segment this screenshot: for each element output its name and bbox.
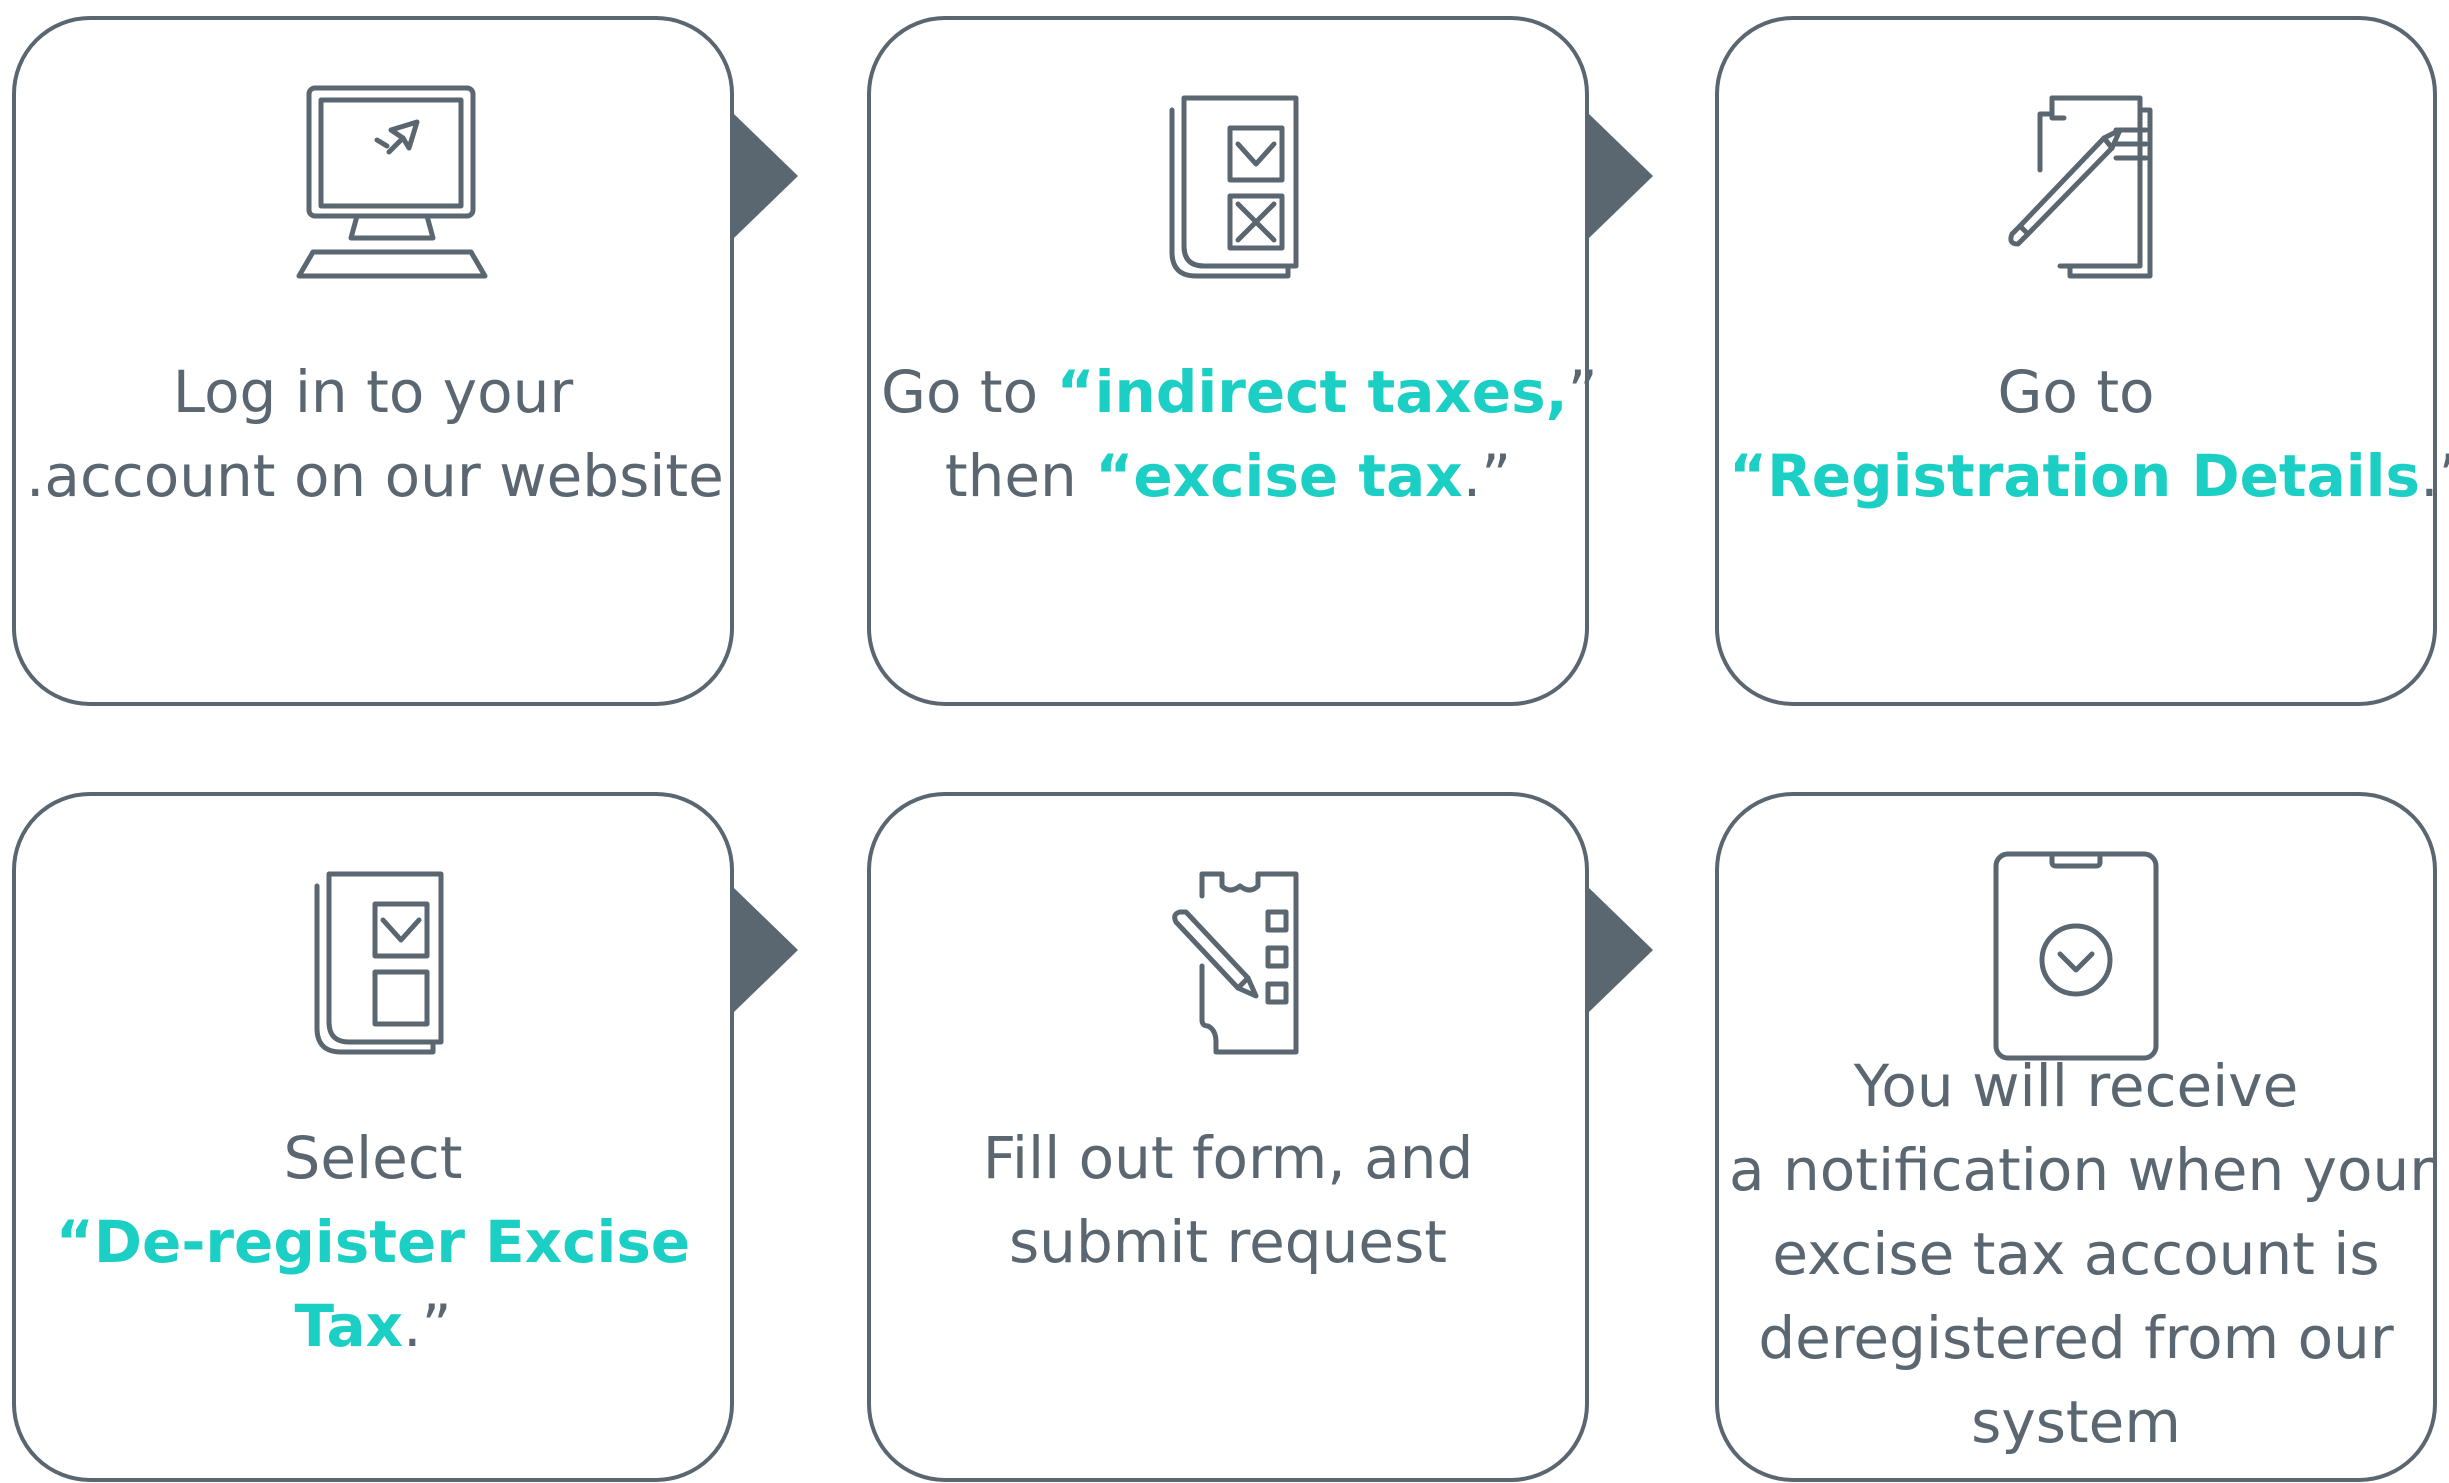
close-quote: .” — [403, 1292, 452, 1360]
close-quote: ” — [1567, 358, 1598, 426]
arrow-right-icon — [734, 888, 798, 1012]
step-label-fill-form: Fill out form, and submit request — [881, 1116, 1575, 1284]
step-text-line: Tax.” — [26, 1284, 720, 1368]
step-label-registration-details: Go to “Registration Details.” — [1729, 350, 2449, 518]
step-card-registration-details: Go to “Registration Details.” — [1715, 16, 2449, 706]
step-label-login: Log in to your .account on our website — [26, 350, 724, 518]
step-text-line: Go to — [1997, 358, 2155, 426]
open-quote: “ — [1729, 442, 1768, 510]
checklist-document-icon — [1108, 80, 1348, 320]
open-quote: “ — [55, 1208, 94, 1276]
option-name-deregister-excise: De-register Excise — [93, 1208, 691, 1276]
menu-name-excise-tax: excise tax — [1133, 442, 1463, 510]
step-card-fill-form: Fill out form, and submit request — [867, 792, 1589, 1482]
step-text-line: a notification when your — [1729, 1136, 2434, 1204]
step-text-line: “De-register Excise — [26, 1200, 720, 1284]
step-text-line: .account on our website — [26, 442, 724, 510]
step-card-login: Log in to your .account on our website — [12, 16, 734, 706]
step-label-indirect-taxes: Go to “indirect taxes,” then “excise tax… — [881, 350, 1598, 518]
open-quote: “ — [1056, 358, 1095, 426]
step-text-line: “Registration Details.” — [1729, 434, 2449, 518]
step-card-select-deregister: Select “De-register Excise Tax.” — [12, 792, 734, 1482]
menu-name-registration-details: Registration Details — [1767, 442, 2421, 510]
step-text: then — [944, 442, 1096, 510]
arrow-right-icon — [1589, 888, 1653, 1012]
computer-icon — [253, 80, 493, 320]
close-quote: .” — [1462, 442, 1512, 510]
form-pencil-icon — [1108, 856, 1348, 1096]
step-text: Go to — [881, 358, 1057, 426]
document-pencil-icon — [1956, 80, 2196, 320]
step-text-line: system — [1971, 1388, 2181, 1456]
step-text-line: You will receive — [1853, 1052, 2299, 1120]
option-name-tax: Tax — [294, 1292, 404, 1360]
step-text-line: then “excise tax.” — [881, 434, 1575, 518]
step-text-line: excise tax account is — [1772, 1220, 2380, 1288]
step-text-line: Fill out form, and — [982, 1124, 1474, 1192]
step-card-notification: You will receive a notification when you… — [1715, 792, 2437, 1482]
step-text-line: deregistered from our — [1758, 1304, 2394, 1372]
arrow-right-icon — [734, 114, 798, 238]
step-text-line: Select — [283, 1124, 463, 1192]
close-quote: .” — [2420, 442, 2449, 510]
open-quote: “ — [1095, 442, 1134, 510]
checkbox-document-icon — [253, 856, 493, 1096]
arrow-right-icon — [1589, 114, 1653, 238]
step-text-line: Go to “indirect taxes,” — [881, 350, 1598, 434]
step-label-notification: You will receive a notification when you… — [1729, 1044, 2434, 1464]
step-card-indirect-taxes: Go to “indirect taxes,” then “excise tax… — [867, 16, 1598, 706]
menu-name-indirect-taxes: indirect taxes, — [1094, 358, 1568, 426]
step-label-select-deregister: Select “De-register Excise Tax.” — [26, 1116, 720, 1368]
step-text-line: Log in to your — [172, 358, 574, 426]
step-text-line: submit request — [1008, 1208, 1448, 1276]
